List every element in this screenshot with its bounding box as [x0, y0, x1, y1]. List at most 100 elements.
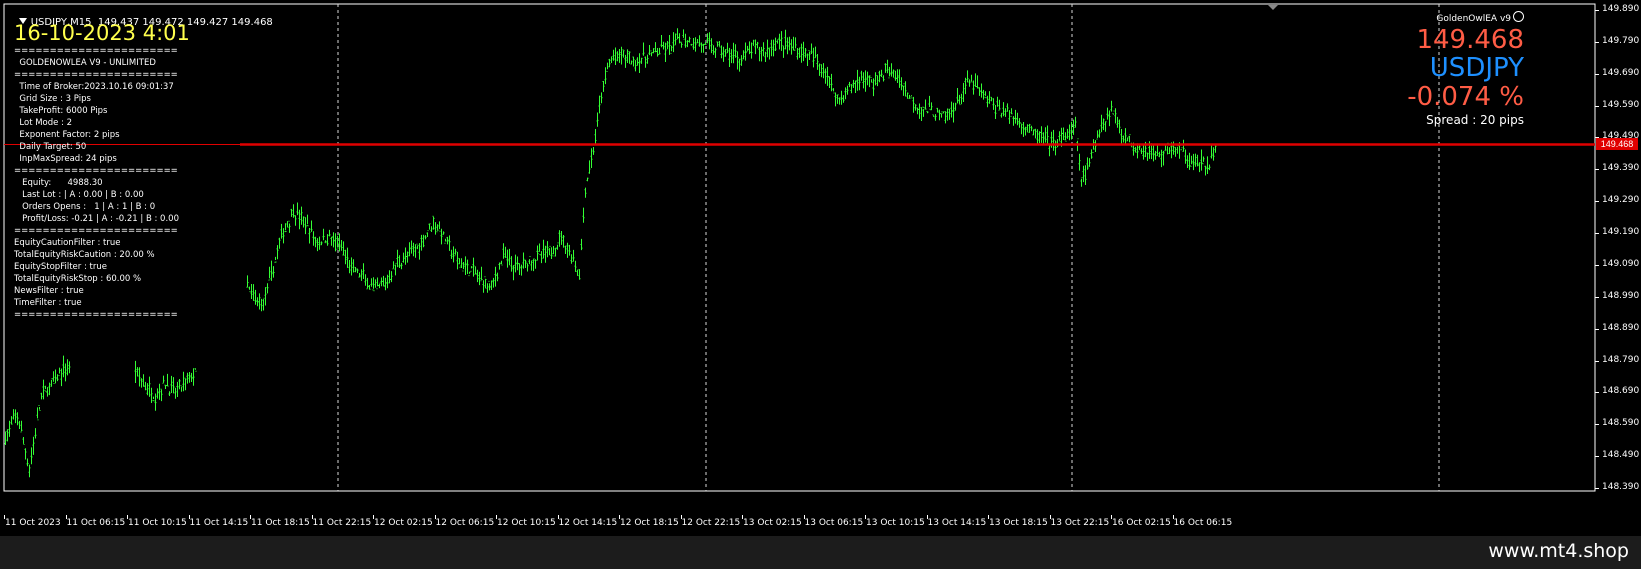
price-bar	[568, 244, 571, 256]
price-bar	[860, 70, 863, 81]
time-axis-tick	[680, 515, 682, 519]
price-bar	[248, 286, 251, 293]
price-bar	[650, 50, 653, 57]
price-bar	[694, 37, 697, 52]
price-bar	[434, 222, 437, 235]
price-bar	[1072, 119, 1075, 135]
price-bar	[46, 387, 49, 397]
price-bar	[490, 280, 493, 290]
price-bar	[326, 234, 329, 246]
price-bar	[362, 263, 365, 279]
chart-shift-marker-icon[interactable]	[1268, 5, 1278, 10]
price-bar	[512, 265, 515, 281]
time-axis-label: 16 Oct 06:15	[1173, 518, 1233, 528]
price-bar	[790, 39, 793, 55]
price-bar	[192, 368, 195, 386]
price-bar	[964, 77, 967, 95]
price-bar	[442, 231, 445, 235]
ea-name-row: GoldenOwlEA v9	[1407, 6, 1524, 26]
price-bar	[724, 49, 727, 57]
price-bar	[686, 40, 689, 48]
price-bar	[896, 69, 899, 83]
price-axis-tick	[1595, 201, 1599, 203]
time-axis-label: 12 Oct 10:15	[497, 518, 556, 528]
price-bar	[450, 249, 453, 259]
price-bar	[144, 381, 147, 391]
price-bar	[868, 75, 871, 88]
price-bar	[316, 238, 319, 252]
price-bar	[800, 43, 803, 63]
price-bar	[374, 279, 377, 288]
price-bar	[532, 258, 535, 272]
price-bar	[886, 59, 889, 74]
price-bar	[500, 260, 503, 266]
price-bar	[794, 37, 797, 51]
price-bar	[420, 234, 423, 251]
price-bar	[604, 67, 607, 85]
panel-line: =======================	[14, 310, 178, 320]
price-bar	[1162, 150, 1165, 166]
price-bar	[334, 233, 337, 252]
price-bar	[984, 91, 987, 99]
price-bar	[566, 242, 569, 258]
price-bar	[504, 246, 507, 258]
price-bar	[732, 42, 735, 64]
price-bar	[422, 234, 425, 248]
price-bar	[1064, 132, 1067, 142]
price-bar	[936, 107, 939, 113]
price-bar	[788, 36, 791, 51]
price-bar	[1034, 128, 1037, 139]
price-bar	[954, 102, 957, 111]
price-bar	[842, 95, 845, 103]
price-bar	[344, 249, 347, 265]
price-bar	[798, 47, 801, 58]
price-bar	[992, 98, 995, 110]
price-bar	[806, 53, 809, 66]
panel-line: Equity: 4988.30	[14, 178, 103, 188]
price-bar	[632, 56, 635, 67]
price-bar	[780, 31, 783, 51]
price-bar	[1018, 118, 1021, 128]
price-bar	[962, 82, 965, 102]
price-bar	[926, 111, 929, 114]
price-bar	[332, 232, 335, 248]
price-bar	[370, 278, 373, 287]
price-bar	[662, 41, 665, 50]
price-bar	[770, 39, 773, 57]
price-bar	[720, 45, 723, 59]
price-bar	[902, 83, 905, 96]
price-bar	[166, 373, 169, 387]
price-bar	[934, 114, 937, 121]
price-bar	[36, 407, 39, 421]
price-bar	[776, 39, 779, 44]
price-bar	[164, 384, 167, 389]
price-bar	[570, 254, 573, 264]
price-bar	[974, 73, 977, 88]
price-bar	[684, 33, 687, 48]
price-bar	[1174, 144, 1177, 157]
price-bar	[810, 43, 813, 54]
price-bar	[30, 447, 33, 465]
price-bar	[918, 103, 921, 119]
price-bar	[876, 75, 879, 87]
price-bar	[372, 277, 375, 292]
price-bar	[174, 387, 177, 399]
price-bar	[1108, 110, 1111, 127]
price-bar	[812, 47, 815, 68]
price-chart[interactable]	[0, 0, 1596, 515]
price-bar	[176, 381, 179, 397]
price-bar	[826, 66, 829, 86]
price-axis-tick	[1595, 296, 1599, 298]
price-bar	[924, 99, 927, 110]
price-bar	[1142, 144, 1145, 160]
time-axis-label: 11 Oct 14:15	[189, 518, 249, 528]
price-bar	[1006, 103, 1009, 112]
price-bar	[646, 54, 649, 64]
price-bar	[996, 96, 999, 107]
price-bar	[10, 416, 13, 425]
chart-area[interactable]: USDJPY,M15 149.437 149.472 149.427 149.4…	[0, 0, 1596, 515]
price-bar	[994, 105, 997, 119]
price-bar	[630, 60, 633, 65]
price-bar	[1062, 127, 1065, 140]
price-bar	[436, 224, 439, 233]
